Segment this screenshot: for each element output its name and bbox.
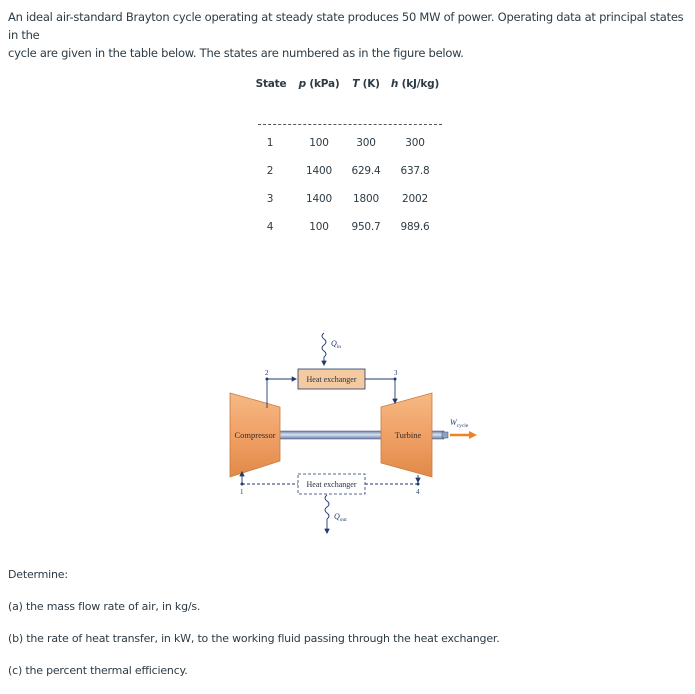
q-in-label: Qin — [331, 339, 341, 350]
table-row: 3 1400 1800 2002 — [250, 193, 450, 209]
cell-enthalpy: 2002 — [402, 193, 428, 205]
question-c: (c) the percent thermal efficiency. — [8, 664, 188, 677]
state-point-3 — [393, 377, 397, 381]
state-point-1 — [240, 482, 244, 486]
cell-temperature: 629.4 — [351, 165, 381, 177]
cell-pressure: 100 — [309, 137, 329, 149]
question-a: (a) the mass flow rate of air, in kg/s. — [8, 600, 201, 613]
header-state: State — [255, 78, 287, 90]
intro-line-1: An ideal air-standard Brayton cycle oper… — [8, 10, 684, 42]
flow-line-2 — [266, 376, 298, 408]
state-label-1: 1 — [240, 488, 244, 496]
state-point-2 — [265, 377, 269, 381]
cell-state: 1 — [266, 137, 274, 149]
table-divider — [258, 124, 442, 125]
heat-out-arrow — [324, 494, 330, 535]
table-row: 1 100 300 300 — [250, 137, 450, 153]
determine-label: Determine: — [8, 568, 68, 581]
state-label-2: 2 — [265, 369, 269, 377]
problem-intro: An ideal air-standard Brayton cycle oper… — [8, 8, 688, 62]
cell-state: 4 — [266, 221, 274, 233]
w-cycle-label: Wcycle — [450, 418, 469, 429]
state-point-4 — [416, 482, 420, 486]
state-label-4: 4 — [416, 488, 420, 496]
cell-enthalpy: 300 — [405, 137, 425, 149]
brayton-cycle-diagram: Compressor Turbine Heat exchanger 2 3 Qi… — [229, 332, 477, 535]
state-label-3: 3 — [394, 369, 398, 377]
question-b: (b) the rate of heat transfer, in kW, to… — [8, 632, 500, 645]
heat-exchanger-bottom-label: Heat exchanger — [307, 480, 357, 489]
cell-temperature: 950.7 — [351, 221, 381, 233]
cell-state: 2 — [266, 165, 274, 177]
table-row: 2 1400 629.4 637.8 — [250, 165, 450, 181]
cell-state: 3 — [266, 193, 274, 205]
turbine-label: Turbine — [395, 430, 422, 440]
cell-temperature: 1800 — [353, 193, 379, 205]
cell-pressure: 1400 — [306, 165, 332, 177]
header-temperature: T (K) — [352, 78, 380, 90]
shaft-end — [441, 431, 449, 439]
cell-enthalpy: 637.8 — [400, 165, 430, 177]
heat-in-arrow — [321, 332, 327, 367]
cell-enthalpy: 989.6 — [400, 221, 430, 233]
flow-line-3 — [365, 378, 398, 405]
table-row: 4 100 950.7 989.6 — [250, 221, 450, 237]
q-out-label: Qout — [334, 512, 347, 523]
cell-pressure: 100 — [309, 221, 329, 233]
work-arrow-head — [469, 431, 477, 439]
header-pressure: p (kPa) — [298, 78, 340, 90]
cell-pressure: 1400 — [306, 193, 332, 205]
header-enthalpy: h (kJ/kg) — [390, 78, 440, 90]
compressor-label: Compressor — [234, 430, 275, 440]
heat-exchanger-top-label: Heat exchanger — [307, 375, 357, 384]
intro-line-2: cycle are given in the table below. The … — [8, 46, 464, 60]
table-header-row: State p (kPa) T (K) h (kJ/kg) — [250, 78, 450, 94]
cell-temperature: 300 — [356, 137, 376, 149]
